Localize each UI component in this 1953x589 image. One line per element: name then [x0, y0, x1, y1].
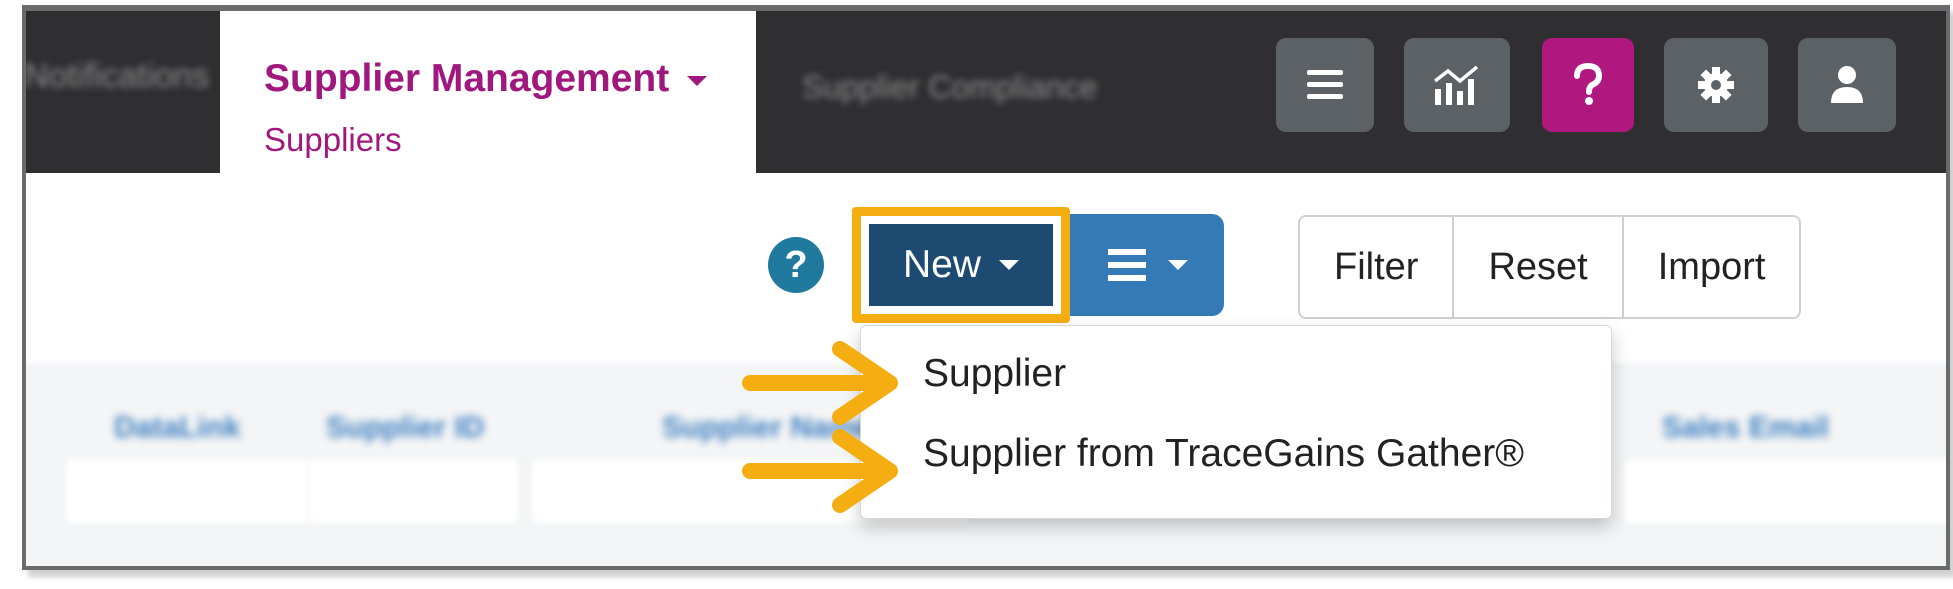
grid-actions-group: Filter Reset Import [1298, 215, 1802, 319]
column-header-supplier-id[interactable]: Supplier ID [326, 411, 484, 445]
nav-tab-notifications-label: Notifications [24, 57, 210, 95]
top-nav: Notifications Supplier Management Suppli… [22, 5, 1950, 177]
chevron-down-icon [999, 260, 1020, 270]
app-window: Notifications Supplier Management Suppli… [22, 5, 1950, 570]
filter-button[interactable]: Filter [1300, 217, 1453, 317]
user-icon [1831, 66, 1863, 103]
datalink-filter-select[interactable] [64, 457, 324, 525]
gear-icon [1698, 67, 1734, 103]
annotation-arrow-icon [742, 341, 898, 425]
reports-icon [1433, 65, 1479, 105]
chevron-down-icon [1168, 260, 1188, 270]
help-button[interactable] [1542, 38, 1634, 132]
help-circle-icon[interactable]: ? [768, 237, 824, 293]
supplier-id-filter-input[interactable] [308, 457, 520, 525]
import-button[interactable]: Import [1621, 217, 1800, 317]
new-button-highlight: New [852, 207, 1070, 323]
nav-tab-supplier-compliance[interactable]: Supplier Compliance [802, 69, 1097, 106]
new-dropdown-menu: Supplier Supplier from TraceGains Gather… [860, 325, 1612, 519]
column-header-sales-email[interactable]: Sales Email [1662, 411, 1829, 445]
nav-tab-title: Supplier Management [264, 57, 708, 101]
menu-button[interactable] [1276, 38, 1374, 132]
sales-email-filter-input[interactable] [1622, 457, 1950, 525]
new-button[interactable]: New [869, 224, 1053, 306]
user-button[interactable] [1798, 38, 1896, 132]
menu-item-supplier-from-tracegains[interactable]: Supplier from TraceGains Gather® [923, 432, 1524, 476]
nav-tab-supplier-management[interactable]: Supplier Management Suppliers [220, 5, 756, 177]
help-icon [1574, 63, 1603, 105]
reports-button[interactable] [1404, 38, 1510, 132]
column-header-datalink[interactable]: DataLink [114, 411, 241, 445]
list-icon [1108, 249, 1146, 281]
nav-tab-subtitle[interactable]: Suppliers [264, 121, 402, 159]
reset-button[interactable]: Reset [1452, 217, 1622, 317]
new-button-label: New [902, 243, 982, 286]
settings-button[interactable] [1664, 38, 1768, 132]
nav-tab-notifications[interactable]: Notifications [22, 5, 220, 173]
chevron-down-icon [687, 75, 708, 86]
actions-menu-button[interactable] [1070, 214, 1224, 316]
menu-item-supplier[interactable]: Supplier [923, 352, 1066, 396]
menu-icon [1307, 70, 1343, 99]
annotation-arrow-icon [742, 429, 898, 513]
